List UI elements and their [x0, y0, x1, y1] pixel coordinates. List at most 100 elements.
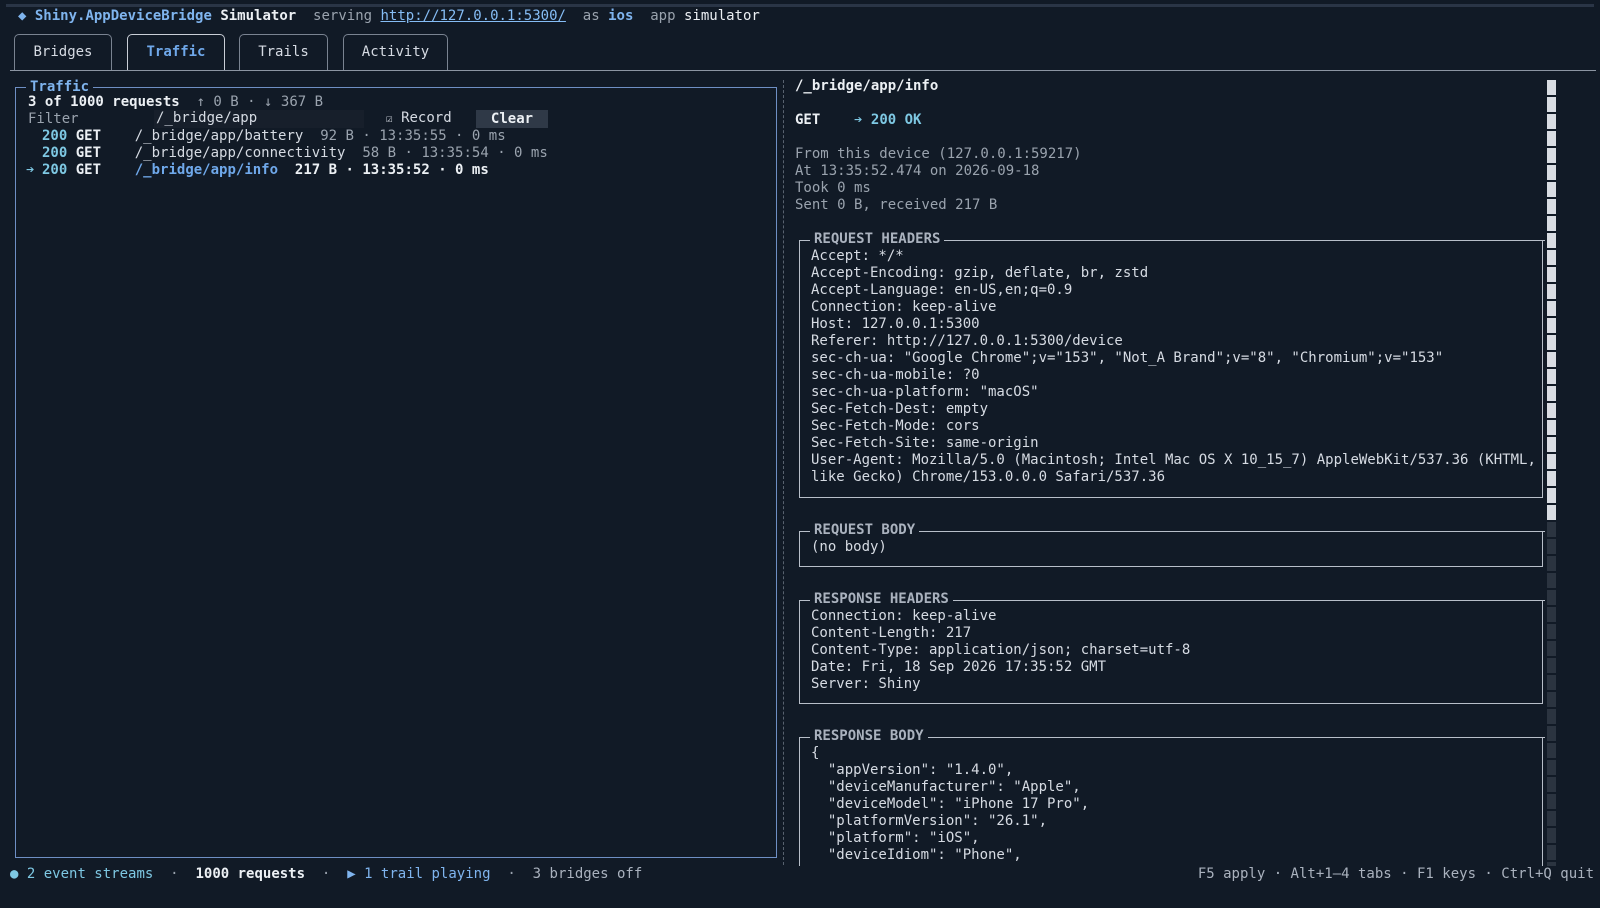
- detail-method: GET: [795, 112, 821, 128]
- row-status: 200: [42, 162, 68, 178]
- detail-status-line: GET ➔ 200 OK: [795, 112, 921, 129]
- mode-label: simulator: [683, 8, 760, 24]
- json-line: "appVersion": "1.4.0",: [811, 762, 1014, 778]
- row-status: 200: [42, 145, 68, 161]
- row-method: GET: [75, 128, 102, 144]
- header-line: sec-ch-ua-platform: "macOS": [811, 384, 1039, 400]
- row-path: /_bridge/app/info: [134, 162, 279, 178]
- request-headers-title: REQUEST HEADERS: [810, 231, 945, 248]
- response-body-title: RESPONSE BODY: [810, 728, 928, 745]
- detail-path: /_bridge/app/info: [795, 78, 939, 94]
- header-line: Host: 127.0.0.1:5300: [811, 316, 980, 332]
- request-row[interactable]: 200 GET /_bridge/app/connectivity 58 B ·…: [26, 145, 548, 162]
- tab-divider: [10, 70, 1596, 71]
- header-line: Connection: keep-alive: [811, 608, 997, 624]
- request-row-selected[interactable]: ➔ 200 GET /_bridge/app/info 217 B · 13:35…: [26, 162, 489, 179]
- filter-label: Filter: [28, 111, 79, 127]
- record-label: Record: [401, 110, 452, 126]
- detail-at: At 13:35:52.474 on 2026-09-18: [795, 163, 1040, 179]
- record-checkbox[interactable]: ☑ Record: [386, 110, 476, 128]
- tab-activity[interactable]: Activity: [343, 34, 448, 70]
- header-line: Accept-Encoding: gzip, deflate, br, zstd: [811, 265, 1149, 281]
- header-line: Accept: */*: [811, 248, 904, 264]
- tab-bridges[interactable]: Bridges: [14, 34, 112, 70]
- header-line: Accept-Language: en-US,en;q=0.9: [811, 282, 1073, 298]
- request-body-text: (no body): [811, 539, 887, 555]
- trail-status: 1 trail playing: [364, 866, 491, 882]
- request-body-section: REQUEST BODY (no body): [799, 522, 1545, 567]
- app-word: app: [650, 8, 676, 24]
- scrollbar-thumb[interactable]: [1547, 80, 1556, 520]
- detail-panel: /_bridge/app/info GET ➔ 200 OK From this…: [795, 78, 1555, 866]
- row-path: /_bridge/app/connectivity: [134, 145, 346, 161]
- app-subtitle: Simulator: [220, 8, 297, 24]
- platform-label: ios: [608, 8, 634, 24]
- row-method: GET: [75, 162, 102, 178]
- arrow-right-icon: ➔: [854, 112, 863, 128]
- server-url-link[interactable]: http://127.0.0.1:5300/: [381, 8, 566, 24]
- request-row[interactable]: 200 GET /_bridge/app/battery 92 B · 13:3…: [26, 128, 506, 145]
- bridges-status: 3 bridges off: [532, 866, 643, 882]
- detail-from: From this device (127.0.0.1:59217): [795, 146, 1082, 162]
- tab-traffic[interactable]: Traffic: [127, 34, 225, 70]
- detail-status: 200 OK: [870, 112, 922, 128]
- app-name: Shiny.AppDeviceBridge: [34, 8, 212, 24]
- header-line: User-Agent: Mozilla/5.0 (Macintosh; Inte…: [811, 452, 1536, 468]
- detail-took: Took 0 ms: [795, 180, 871, 196]
- json-line: "deviceIdiom": "Phone",: [811, 847, 1022, 863]
- arrow-right-icon: ➔: [26, 162, 35, 178]
- clear-button[interactable]: Clear: [476, 110, 548, 128]
- response-body-json: { "appVersion": "1.4.0", "deviceManufact…: [811, 745, 1534, 864]
- row-status: 200: [42, 128, 68, 144]
- response-body-section: RESPONSE BODY { "appVersion": "1.4.0", "…: [799, 728, 1545, 866]
- header-line: like Gecko) Chrome/153.0.0.0 Safari/537.…: [811, 469, 1166, 485]
- filter-input[interactable]: /_bridge/app: [154, 110, 364, 128]
- row-meta: 92 B · 13:35:55 · 0 ms: [320, 128, 506, 144]
- traffic-summary-row: 3 of 1000 requests ↑ 0 B · ↓ 367 B: [28, 94, 324, 110]
- bytes-down: ↓ 367 B: [264, 94, 324, 110]
- response-headers-section: RESPONSE HEADERS Connection: keep-alive …: [799, 591, 1545, 704]
- event-streams-status: 2 event streams: [26, 866, 154, 882]
- stream-dot-icon: ●: [10, 866, 19, 882]
- title-bar: ◆ Shiny.AppDeviceBridge Simulator servin…: [18, 8, 760, 26]
- detail-sent: Sent 0 B, received 217 B: [795, 197, 998, 213]
- response-headers-list: Connection: keep-alive Content-Length: 2…: [811, 608, 1534, 693]
- json-line: "deviceModel": "iPhone 17 Pro",: [811, 796, 1090, 812]
- as-label: as: [582, 8, 600, 24]
- header-line: Sec-Fetch-Mode: cors: [811, 418, 980, 434]
- key-hints: F5 apply · Alt+1–4 tabs · F1 keys · Ctrl…: [1197, 866, 1594, 882]
- row-path: /_bridge/app/battery: [134, 128, 304, 144]
- header-line: Referer: http://127.0.0.1:5300/device: [811, 333, 1123, 349]
- request-headers-section: REQUEST HEADERS Accept: */* Accept-Encod…: [799, 231, 1545, 498]
- row-meta: 217 B · 13:35:52 · 0 ms: [294, 162, 489, 178]
- play-icon: ▶: [347, 866, 356, 882]
- request-count: 3 of 1000 requests: [28, 94, 180, 110]
- row-meta: 58 B · 13:35:54 · 0 ms: [362, 145, 548, 161]
- bytes-up: ↑ 0 B: [196, 94, 239, 110]
- detail-scrollbar[interactable]: [1545, 80, 1557, 866]
- response-headers-title: RESPONSE HEADERS: [810, 591, 953, 608]
- json-line: "platformVersion": "26.1",: [811, 813, 1048, 829]
- pane-splitter[interactable]: [783, 80, 784, 865]
- json-line: "platform": "iOS",: [811, 830, 980, 846]
- json-line: {: [811, 745, 820, 761]
- serving-label: serving: [313, 8, 373, 24]
- checkbox-icon: ☑: [386, 112, 393, 125]
- request-headers-list: Accept: */* Accept-Encoding: gzip, defla…: [811, 248, 1536, 486]
- header-line: Date: Fri, 18 Sep 2026 17:35:52 GMT: [811, 659, 1107, 675]
- traffic-panel: Traffic 3 of 1000 requests ↑ 0 B · ↓ 367…: [15, 79, 777, 858]
- header-line: sec-ch-ua: "Google Chrome";v="153", "Not…: [811, 350, 1444, 366]
- requests-status: 1000 requests: [195, 866, 306, 882]
- request-body-title: REQUEST BODY: [810, 522, 920, 539]
- diamond-icon: ◆: [18, 8, 27, 24]
- header-line: Sec-Fetch-Site: same-origin: [811, 435, 1039, 451]
- header-line: Sec-Fetch-Dest: empty: [811, 401, 989, 417]
- header-line: Server: Shiny: [811, 676, 921, 692]
- tab-trails[interactable]: Trails: [239, 34, 328, 70]
- row-method: GET: [75, 145, 102, 161]
- json-line: "deviceManufacturer": "Apple",: [811, 779, 1081, 795]
- header-line: Content-Type: application/json; charset=…: [811, 642, 1191, 658]
- header-line: Content-Length: 217: [811, 625, 972, 641]
- header-line: Connection: keep-alive: [811, 299, 997, 315]
- header-line: sec-ch-ua-mobile: ?0: [811, 367, 980, 383]
